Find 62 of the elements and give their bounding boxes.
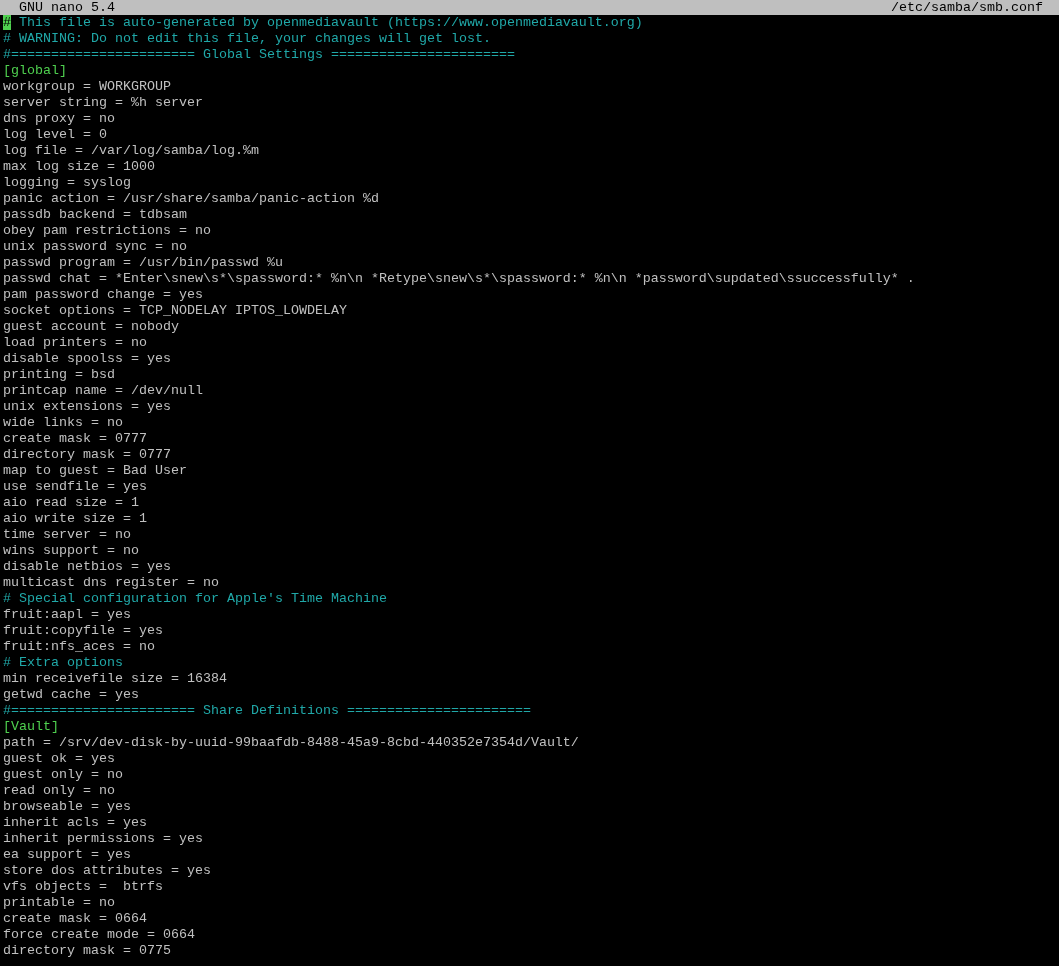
config-line: fruit:aapl = yes <box>3 607 131 622</box>
config-line: obey pam restrictions = no <box>3 223 211 238</box>
config-line: time server = no <box>3 527 131 542</box>
config-line: use sendfile = yes <box>3 479 147 494</box>
config-line: read only = no <box>3 783 115 798</box>
config-line: printing = bsd <box>3 367 115 382</box>
comment-line: This file is auto-generated by openmediavault (https://www.openmediavault.org) <box>18 15 643 30</box>
text-cursor: # <box>3 15 11 30</box>
config-line: aio read size = 1 <box>3 495 139 510</box>
config-line: browseable = yes <box>3 799 131 814</box>
config-line: printable = no <box>3 895 115 910</box>
config-line: min receivefile size = 16384 <box>3 671 227 686</box>
config-line: printcap name = /dev/null <box>3 383 203 398</box>
file-name: /etc/samba/smb.conf <box>891 0 1043 15</box>
comment-line: # Special configuration for Apple's Time Machine <box>3 591 387 606</box>
config-line: vfs objects = btrfs <box>3 879 163 894</box>
comment-line: # WARNING: Do not edit this file, your changes will get lost. <box>3 31 491 46</box>
config-line: aio write size = 1 <box>3 511 147 526</box>
config-line: wins support = no <box>3 543 139 558</box>
config-line: unix password sync = no <box>3 239 187 254</box>
config-line: force create mode = 0664 <box>3 927 195 942</box>
config-line: inherit acls = yes <box>3 815 147 830</box>
comment-line: #======================= Share Definitions ======================= <box>3 703 531 718</box>
config-line: log level = 0 <box>3 127 107 142</box>
config-line: passwd chat = *Enter\snew\s*\spassword:* %n\n *Retype\snew\s*\spassword:* %n\n *password\supdated\ssuccessfully* . <box>3 271 915 286</box>
config-line: fruit:nfs_aces = no <box>3 639 155 654</box>
config-line: multicast dns register = no <box>3 575 219 590</box>
comment-line: #======================= Global Settings ======================= <box>3 47 515 62</box>
config-line: wide links = no <box>3 415 123 430</box>
program-name: GNU nano 5.4 <box>19 0 115 15</box>
config-line: map to guest = Bad User <box>3 463 187 478</box>
config-line: directory mask = 0777 <box>3 447 171 462</box>
config-line: dns proxy = no <box>3 111 115 126</box>
config-line: pam password change = yes <box>3 287 203 302</box>
config-line: panic action = /usr/share/samba/panic-action %d <box>3 191 379 206</box>
config-line: inherit permissions = yes <box>3 831 203 846</box>
config-line: passwd program = /usr/bin/passwd %u <box>3 255 283 270</box>
section-header: [Vault] <box>3 719 59 734</box>
comment-line: # Extra options <box>3 655 123 670</box>
config-line: passdb backend = tdbsam <box>3 207 187 222</box>
config-line: unix extensions = yes <box>3 399 171 414</box>
config-line: logging = syslog <box>3 175 131 190</box>
config-line: server string = %h server <box>3 95 203 110</box>
config-line: store dos attributes = yes <box>3 863 211 878</box>
config-line: directory mask = 0775 <box>3 943 171 958</box>
config-line: create mask = 0777 <box>3 431 147 446</box>
config-line: workgroup = WORKGROUP <box>3 79 171 94</box>
config-line: max log size = 1000 <box>3 159 155 174</box>
config-line: guest only = no <box>3 767 123 782</box>
config-line: ea support = yes <box>3 847 131 862</box>
config-line: disable netbios = yes <box>3 559 171 574</box>
section-header: [global] <box>3 63 67 78</box>
config-line: load printers = no <box>3 335 147 350</box>
config-line: socket options = TCP_NODELAY IPTOS_LOWDELAY <box>3 303 347 318</box>
config-line: disable spoolss = yes <box>3 351 171 366</box>
config-line: fruit:copyfile = yes <box>3 623 163 638</box>
config-line: getwd cache = yes <box>3 687 139 702</box>
config-line: create mask = 0664 <box>3 911 147 926</box>
config-line: guest ok = yes <box>3 751 115 766</box>
config-line: guest account = nobody <box>3 319 179 334</box>
config-line: path = /srv/dev-disk-by-uuid-99baafdb-8488-45a9-8cbd-440352e7354d/Vault/ <box>3 735 579 750</box>
config-line: log file = /var/log/samba/log.%m <box>3 143 259 158</box>
